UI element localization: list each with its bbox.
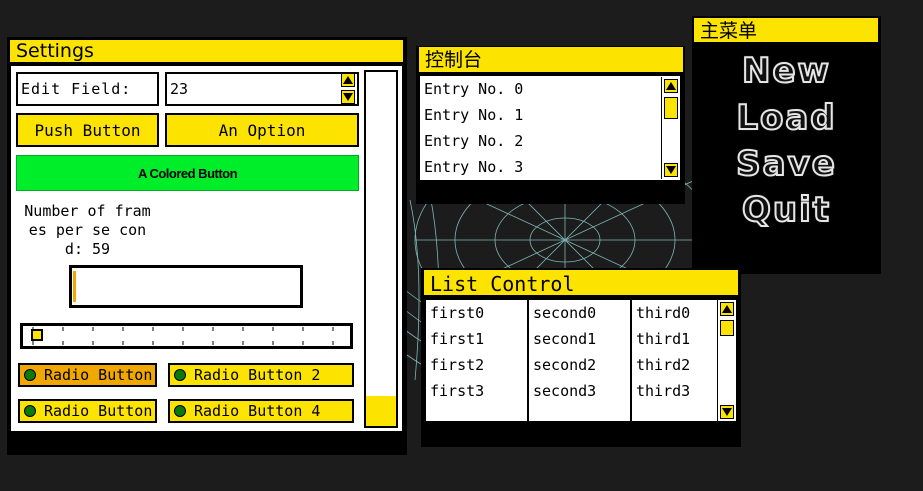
list-cell[interactable]: second1: [529, 326, 630, 352]
console-scroll-up-button[interactable]: [664, 79, 678, 93]
triangle-up-icon: [666, 82, 676, 90]
list-cell[interactable]: second3: [529, 378, 630, 404]
spinner-up-button[interactable]: [341, 73, 355, 87]
settings-title[interactable]: Settings: [10, 40, 403, 64]
console-entry-2[interactable]: Entry No. 2: [420, 128, 680, 154]
radio-button-3-label: Radio Button: [44, 402, 153, 420]
edit-field-label: Edit Field:: [16, 72, 159, 106]
list-cell[interactable]: second0: [529, 300, 630, 326]
list-cell[interactable]: third2: [632, 352, 717, 378]
slider-track[interactable]: [20, 323, 353, 349]
radio-button-3[interactable]: Radio Button: [18, 399, 157, 423]
list-scroll-thumb[interactable]: [720, 320, 734, 336]
list-control-title[interactable]: List Control: [424, 270, 738, 297]
settings-scrollbar-thumb[interactable]: [366, 396, 396, 426]
list-control-window: List Control first0 first1 first2 first3…: [421, 268, 741, 447]
list-scroll-up-button[interactable]: [720, 302, 734, 316]
menu-item-quit[interactable]: Quit: [692, 189, 881, 231]
list-cell[interactable]: first3: [426, 378, 527, 404]
radio-dot-icon: [174, 405, 186, 417]
settings-window: Settings Edit Field: 23 Push Button An O…: [7, 37, 407, 455]
console-entry-3[interactable]: Entry No. 3: [420, 154, 680, 180]
triangle-up-icon: [722, 305, 732, 313]
radio-button-4[interactable]: Radio Button 4: [168, 399, 354, 423]
triangle-down-icon: [666, 166, 676, 174]
console-scroll-thumb[interactable]: [664, 97, 678, 119]
list-cell[interactable]: first0: [426, 300, 527, 326]
colored-button[interactable]: A Colored Button: [16, 155, 359, 191]
edit-field-value: 23: [170, 80, 189, 98]
menu-item-load[interactable]: Load: [692, 97, 881, 139]
list-cell[interactable]: first2: [426, 352, 527, 378]
settings-scrollbar[interactable]: [364, 70, 398, 428]
text-input-box[interactable]: [69, 265, 303, 308]
radio-dot-icon: [24, 369, 36, 381]
triangle-down-icon: [343, 93, 353, 101]
list-cell[interactable]: third0: [632, 300, 717, 326]
fps-text: Number of frames per se cond: 59: [24, 202, 151, 258]
triangle-down-icon: [722, 408, 732, 416]
radio-button-1[interactable]: Radio Button: [18, 363, 157, 387]
console-scrollbar[interactable]: [661, 77, 679, 179]
radio-button-2-label: Radio Button 2: [194, 366, 321, 384]
list-cell[interactable]: first1: [426, 326, 527, 352]
menu-item-new[interactable]: New: [692, 50, 881, 92]
list-column-2[interactable]: second0 second1 second2 second3: [529, 300, 630, 421]
list-column-3[interactable]: third0 third1 third2 third3: [632, 300, 717, 421]
console-list[interactable]: Entry No. 0 Entry No. 1 Entry No. 2 Entr…: [420, 76, 680, 180]
triangle-up-icon: [343, 76, 353, 84]
console-scroll-down-button[interactable]: [664, 163, 678, 177]
text-cursor: [73, 271, 76, 302]
radio-button-2[interactable]: Radio Button 2: [168, 363, 354, 387]
radio-dot-icon: [24, 405, 36, 417]
menu-item-save[interactable]: Save: [692, 143, 881, 185]
console-entry-0[interactable]: Entry No. 0: [420, 76, 680, 102]
main-menu-title[interactable]: 主菜单: [694, 18, 878, 44]
console-window: 控制台 Entry No. 0 Entry No. 1 Entry No. 2 …: [416, 46, 685, 204]
console-title[interactable]: 控制台: [419, 47, 683, 74]
spinner-down-button[interactable]: [341, 90, 355, 104]
list-scrollbar[interactable]: [718, 300, 736, 421]
list-cell[interactable]: third3: [632, 378, 717, 404]
console-entry-1[interactable]: Entry No. 1: [420, 102, 680, 128]
main-menu-window: 主菜单 New Load Save Quit: [692, 16, 881, 274]
radio-button-4-label: Radio Button 4: [194, 402, 321, 420]
list-column-1[interactable]: first0 first1 first2 first3: [426, 300, 527, 421]
slider-handle[interactable]: [31, 329, 43, 341]
slider-ticks: [32, 327, 334, 345]
push-button[interactable]: Push Button: [16, 113, 159, 147]
list-cell[interactable]: third1: [632, 326, 717, 352]
radio-button-1-label: Radio Button: [44, 366, 153, 384]
an-option-button[interactable]: An Option: [165, 113, 359, 147]
edit-field-input[interactable]: 23: [165, 72, 359, 106]
list-scroll-down-button[interactable]: [720, 405, 734, 419]
radio-dot-icon: [174, 369, 186, 381]
list-cell[interactable]: second2: [529, 352, 630, 378]
